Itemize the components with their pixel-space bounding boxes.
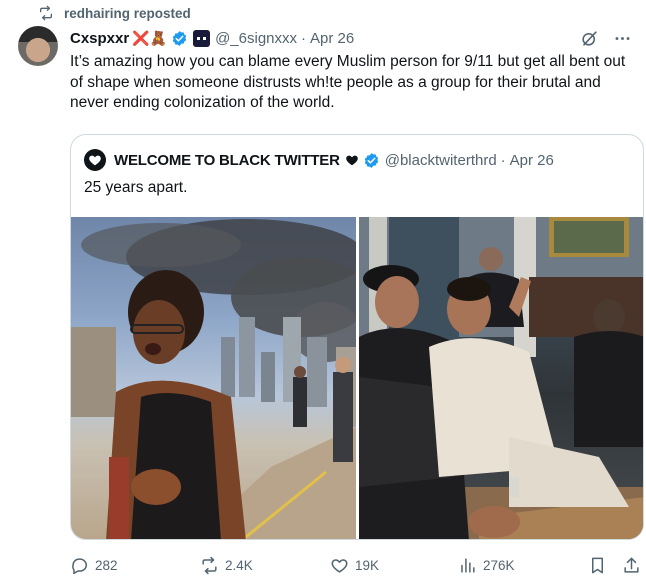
more-options-icon[interactable] <box>613 29 632 48</box>
reply-count: 282 <box>95 557 118 573</box>
repost-icon <box>40 5 52 21</box>
reply-icon <box>72 557 87 574</box>
quote-author-name: WELCOME TO BLACK TWITTER <box>114 151 340 169</box>
repost-text: redhairing reposted <box>64 5 191 21</box>
quoted-tweet[interactable]: WELCOME TO BLACK TWITTER @blacktwiterthr… <box>70 134 644 540</box>
author-name[interactable]: Cxspxxr <box>70 30 129 47</box>
tweet-text: It’s amazing how you can blame every Mus… <box>70 53 626 111</box>
grok-icon[interactable] <box>580 29 599 48</box>
separator-dot: · <box>301 29 307 47</box>
photo-left[interactable] <box>71 217 356 539</box>
views-count: 276K <box>483 557 515 573</box>
quote-date: Apr 26 <box>509 151 554 169</box>
tweet-date[interactable]: Apr 26 <box>310 30 354 47</box>
share-button[interactable] <box>622 554 641 576</box>
photo-right[interactable] <box>359 217 643 539</box>
tweet-header: Cxspxxr ❌🧸 @_6signxxx · Apr 26 <box>70 27 632 49</box>
heart-icon <box>89 155 101 166</box>
like-button[interactable]: 19K <box>330 554 379 576</box>
quote-header: WELCOME TO BLACK TWITTER @blacktwiterthr… <box>84 149 554 171</box>
avatar[interactable] <box>18 26 58 66</box>
verified-badge-icon <box>172 30 187 46</box>
bookmark-icon <box>591 557 604 573</box>
quote-text: 25 years apart. <box>84 179 188 196</box>
author-emoji: ❌🧸 <box>132 29 168 46</box>
repost-banner[interactable]: redhairing reposted <box>38 4 191 22</box>
quote-separator-dot: · <box>500 151 506 169</box>
action-bar: 282 2.4K 19K 276K <box>70 554 644 576</box>
photo-right-art <box>359 217 643 539</box>
repost-count: 2.4K <box>225 557 253 573</box>
quote-avatar <box>84 149 106 171</box>
black-heart-icon <box>345 155 358 166</box>
views-icon <box>461 557 475 573</box>
photo-left-art <box>71 219 356 539</box>
like-count: 19K <box>355 557 380 573</box>
quote-verified-badge-icon <box>364 152 378 168</box>
affiliate-badge-icon[interactable] <box>193 29 211 47</box>
repost-action-icon <box>202 556 217 574</box>
share-icon <box>624 557 639 573</box>
reply-button[interactable]: 282 <box>70 554 118 576</box>
views-button[interactable]: 276K <box>458 554 515 576</box>
bookmark-button[interactable] <box>588 554 607 576</box>
author-handle[interactable]: @_6signxxx <box>215 30 297 47</box>
repost-button[interactable]: 2.4K <box>200 554 253 576</box>
like-icon <box>331 558 348 573</box>
quote-media[interactable] <box>71 217 643 539</box>
quote-handle: @blacktwiterthrd <box>384 151 497 169</box>
